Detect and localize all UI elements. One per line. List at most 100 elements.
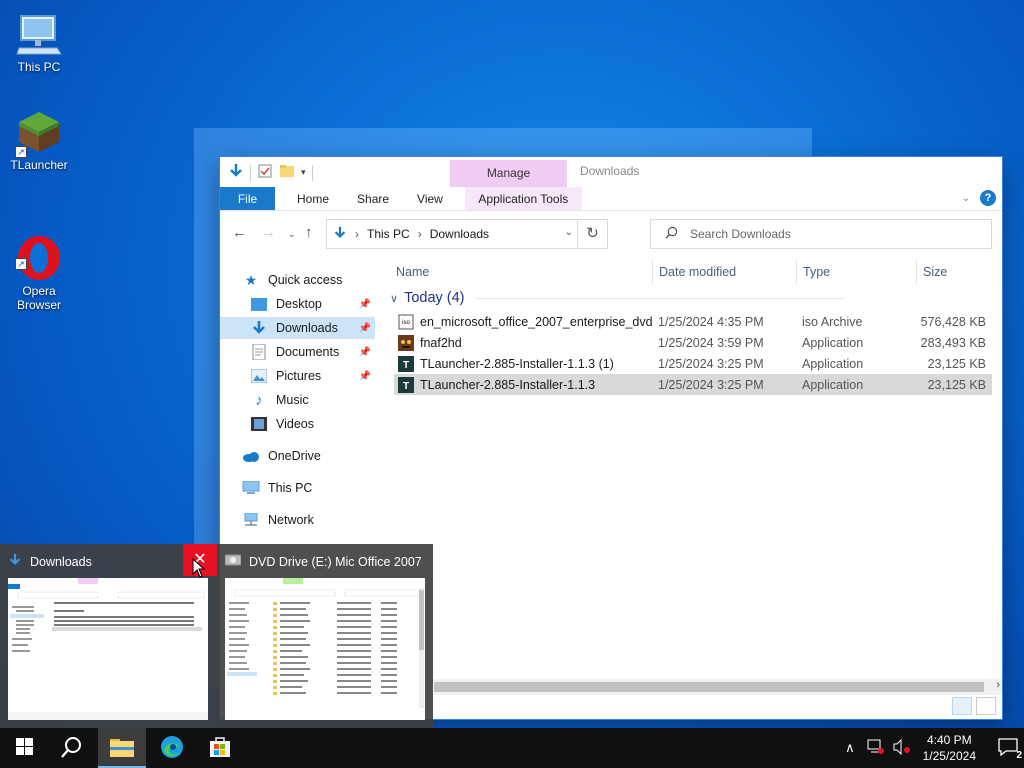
nav-item-network[interactable]: Network [220, 509, 375, 531]
up-arrow-icon[interactable]: ↑ [305, 224, 313, 241]
fnaf-icon [398, 334, 414, 351]
customize-toolbar-icon[interactable]: ▾ [301, 167, 306, 178]
details-view-icon[interactable] [952, 697, 972, 715]
thumbnail-downloads[interactable]: Downloads ✕ [0, 544, 217, 728]
download-arrow-icon [250, 320, 268, 336]
nav-label: Documents [276, 345, 340, 359]
chevron-down-icon: ∨ [390, 292, 399, 305]
thumbnail-preview [225, 578, 425, 720]
start-button[interactable] [0, 728, 48, 768]
large-icons-view-icon[interactable] [976, 697, 996, 715]
tab-view[interactable]: View [403, 187, 457, 210]
expand-ribbon-icon[interactable]: ⌄ [962, 193, 970, 204]
tlauncher-icon: T [398, 355, 414, 372]
nav-item-this-pc[interactable]: This PC [220, 477, 375, 499]
address-bar[interactable]: › This PC › Downloads ⌄ ↻ [326, 219, 608, 249]
nav-label: Quick access [268, 273, 343, 287]
taskbar-edge[interactable] [148, 728, 196, 768]
volume-muted-icon[interactable] [893, 738, 911, 758]
file-type: iso Archive [802, 314, 863, 329]
scroll-right-icon[interactable]: › [996, 679, 1000, 691]
notification-count: 2 [1016, 750, 1022, 761]
column-header-date-modified[interactable]: Date modified [652, 259, 796, 285]
thumbnail-title: DVD Drive (E:) Mic Office 2007 [249, 554, 422, 569]
file-row[interactable]: fnaf2hd 1/25/2024 3:59 PM Application 28… [394, 332, 992, 353]
breadcrumb-downloads[interactable]: Downloads [430, 227, 489, 241]
search-icon [665, 226, 678, 242]
tab-application-tools[interactable]: Application Tools [464, 187, 582, 210]
title-bar: ▾ Manage Downloads [220, 157, 1002, 187]
chevron-up-icon[interactable]: ∧ [845, 740, 855, 756]
refresh-icon[interactable]: ↻ [577, 220, 607, 248]
search-box[interactable] [650, 219, 992, 249]
file-list: Name Date modified Type Size ∨ Today (4)… [390, 251, 1002, 691]
nav-quick-access[interactable]: ★ Quick access [242, 269, 397, 291]
notification-icon [998, 737, 1018, 759]
search-input[interactable] [690, 227, 970, 241]
forward-arrow-icon[interactable]: → [261, 224, 276, 241]
nav-item-downloads[interactable]: Downloads 📌 [220, 317, 375, 339]
desktop-icon-opera[interactable]: ↗ Opera Browser [4, 206, 74, 326]
desktop-icon-label: Opera Browser [16, 284, 61, 312]
clock-date: 1/25/2024 [922, 749, 976, 763]
desktop-icon-label: TLauncher [10, 158, 68, 172]
action-center-button[interactable]: 2 [992, 728, 1024, 768]
breadcrumb-separator-icon: › [417, 227, 422, 241]
column-header-size[interactable]: Size [916, 259, 994, 285]
new-folder-icon[interactable] [279, 163, 295, 182]
store-icon [209, 736, 231, 761]
file-name: TLauncher-2.885-Installer-1.1.3 (1) [420, 356, 614, 371]
file-row-selected[interactable]: T TLauncher-2.885-Installer-1.1.3 1/25/2… [394, 374, 992, 395]
tab-file[interactable]: File [220, 187, 275, 210]
group-label: Today (4) [404, 290, 465, 306]
taskbar: ∧ 4:40 PM 1/25/2024 2 [0, 728, 1024, 768]
column-header-name[interactable]: Name [390, 259, 652, 285]
nav-item-desktop[interactable]: Desktop 📌 [220, 293, 375, 315]
group-header-today[interactable]: ∨ Today (4) [390, 287, 845, 309]
nav-item-videos[interactable]: Videos [220, 413, 375, 435]
file-size: 23,125 KB [927, 356, 986, 371]
download-arrow-icon [8, 552, 22, 571]
column-header-type[interactable]: Type [796, 259, 916, 285]
nav-item-onedrive[interactable]: OneDrive [220, 445, 375, 467]
file-row[interactable]: iso en_microsoft_office_2007_enterprise_… [394, 311, 992, 332]
search-button[interactable] [48, 728, 96, 768]
address-row: ← → ⌄ ↑ › This PC › Downloads ⌄ ↻ [220, 211, 1002, 251]
desktop-icon-tlauncher[interactable]: ↗ TLauncher [4, 108, 74, 172]
nav-item-music[interactable]: ♪ Music [220, 389, 375, 411]
desktop-icon-this-pc[interactable]: This PC [4, 10, 74, 74]
file-date: 1/25/2024 4:35 PM [658, 314, 764, 329]
nav-item-pictures[interactable]: Pictures 📌 [220, 365, 375, 387]
window-title: Downloads [580, 164, 640, 178]
horizontal-scrollbar[interactable]: › [434, 679, 1002, 695]
pin-icon: 📌 [358, 346, 371, 358]
tab-share[interactable]: Share [343, 187, 403, 210]
taskbar-store[interactable] [196, 728, 244, 768]
nav-item-documents[interactable]: Documents 📌 [220, 341, 375, 363]
help-icon[interactable]: ? [980, 190, 996, 206]
file-name: fnaf2hd [420, 335, 462, 350]
recent-locations-icon[interactable]: ⌄ [288, 229, 296, 240]
clock[interactable]: 4:40 PM 1/25/2024 [923, 732, 976, 764]
svg-text:iso: iso [402, 320, 410, 326]
breadcrumb-this-pc[interactable]: This PC [367, 227, 410, 241]
address-dropdown-icon[interactable]: ⌄ [565, 227, 573, 238]
breadcrumb-separator-icon: › [355, 227, 359, 241]
shortcut-arrow-icon: ↗ [15, 258, 27, 270]
tab-home[interactable]: Home [283, 187, 343, 210]
taskbar-file-explorer[interactable] [98, 728, 146, 768]
file-date: 1/25/2024 3:25 PM [658, 356, 764, 371]
folder-icon [110, 737, 134, 760]
properties-icon[interactable] [257, 163, 273, 182]
pictures-icon [250, 368, 268, 384]
scrollbar-thumb[interactable] [434, 682, 984, 692]
network-icon[interactable] [867, 739, 885, 758]
music-note-icon: ♪ [255, 391, 263, 409]
ribbon-tabs: File Home Share View Application Tools ⌄… [220, 187, 1002, 211]
tlauncher-icon: T [398, 376, 414, 393]
thumbnail-dvd-drive[interactable]: DVD Drive (E:) Mic Office 2007 [217, 544, 433, 728]
back-arrow-icon[interactable]: ← [232, 224, 247, 241]
clock-time: 4:40 PM [926, 733, 972, 747]
nav-label: Videos [276, 417, 314, 431]
file-row[interactable]: T TLauncher-2.885-Installer-1.1.3 (1) 1/… [394, 353, 992, 374]
